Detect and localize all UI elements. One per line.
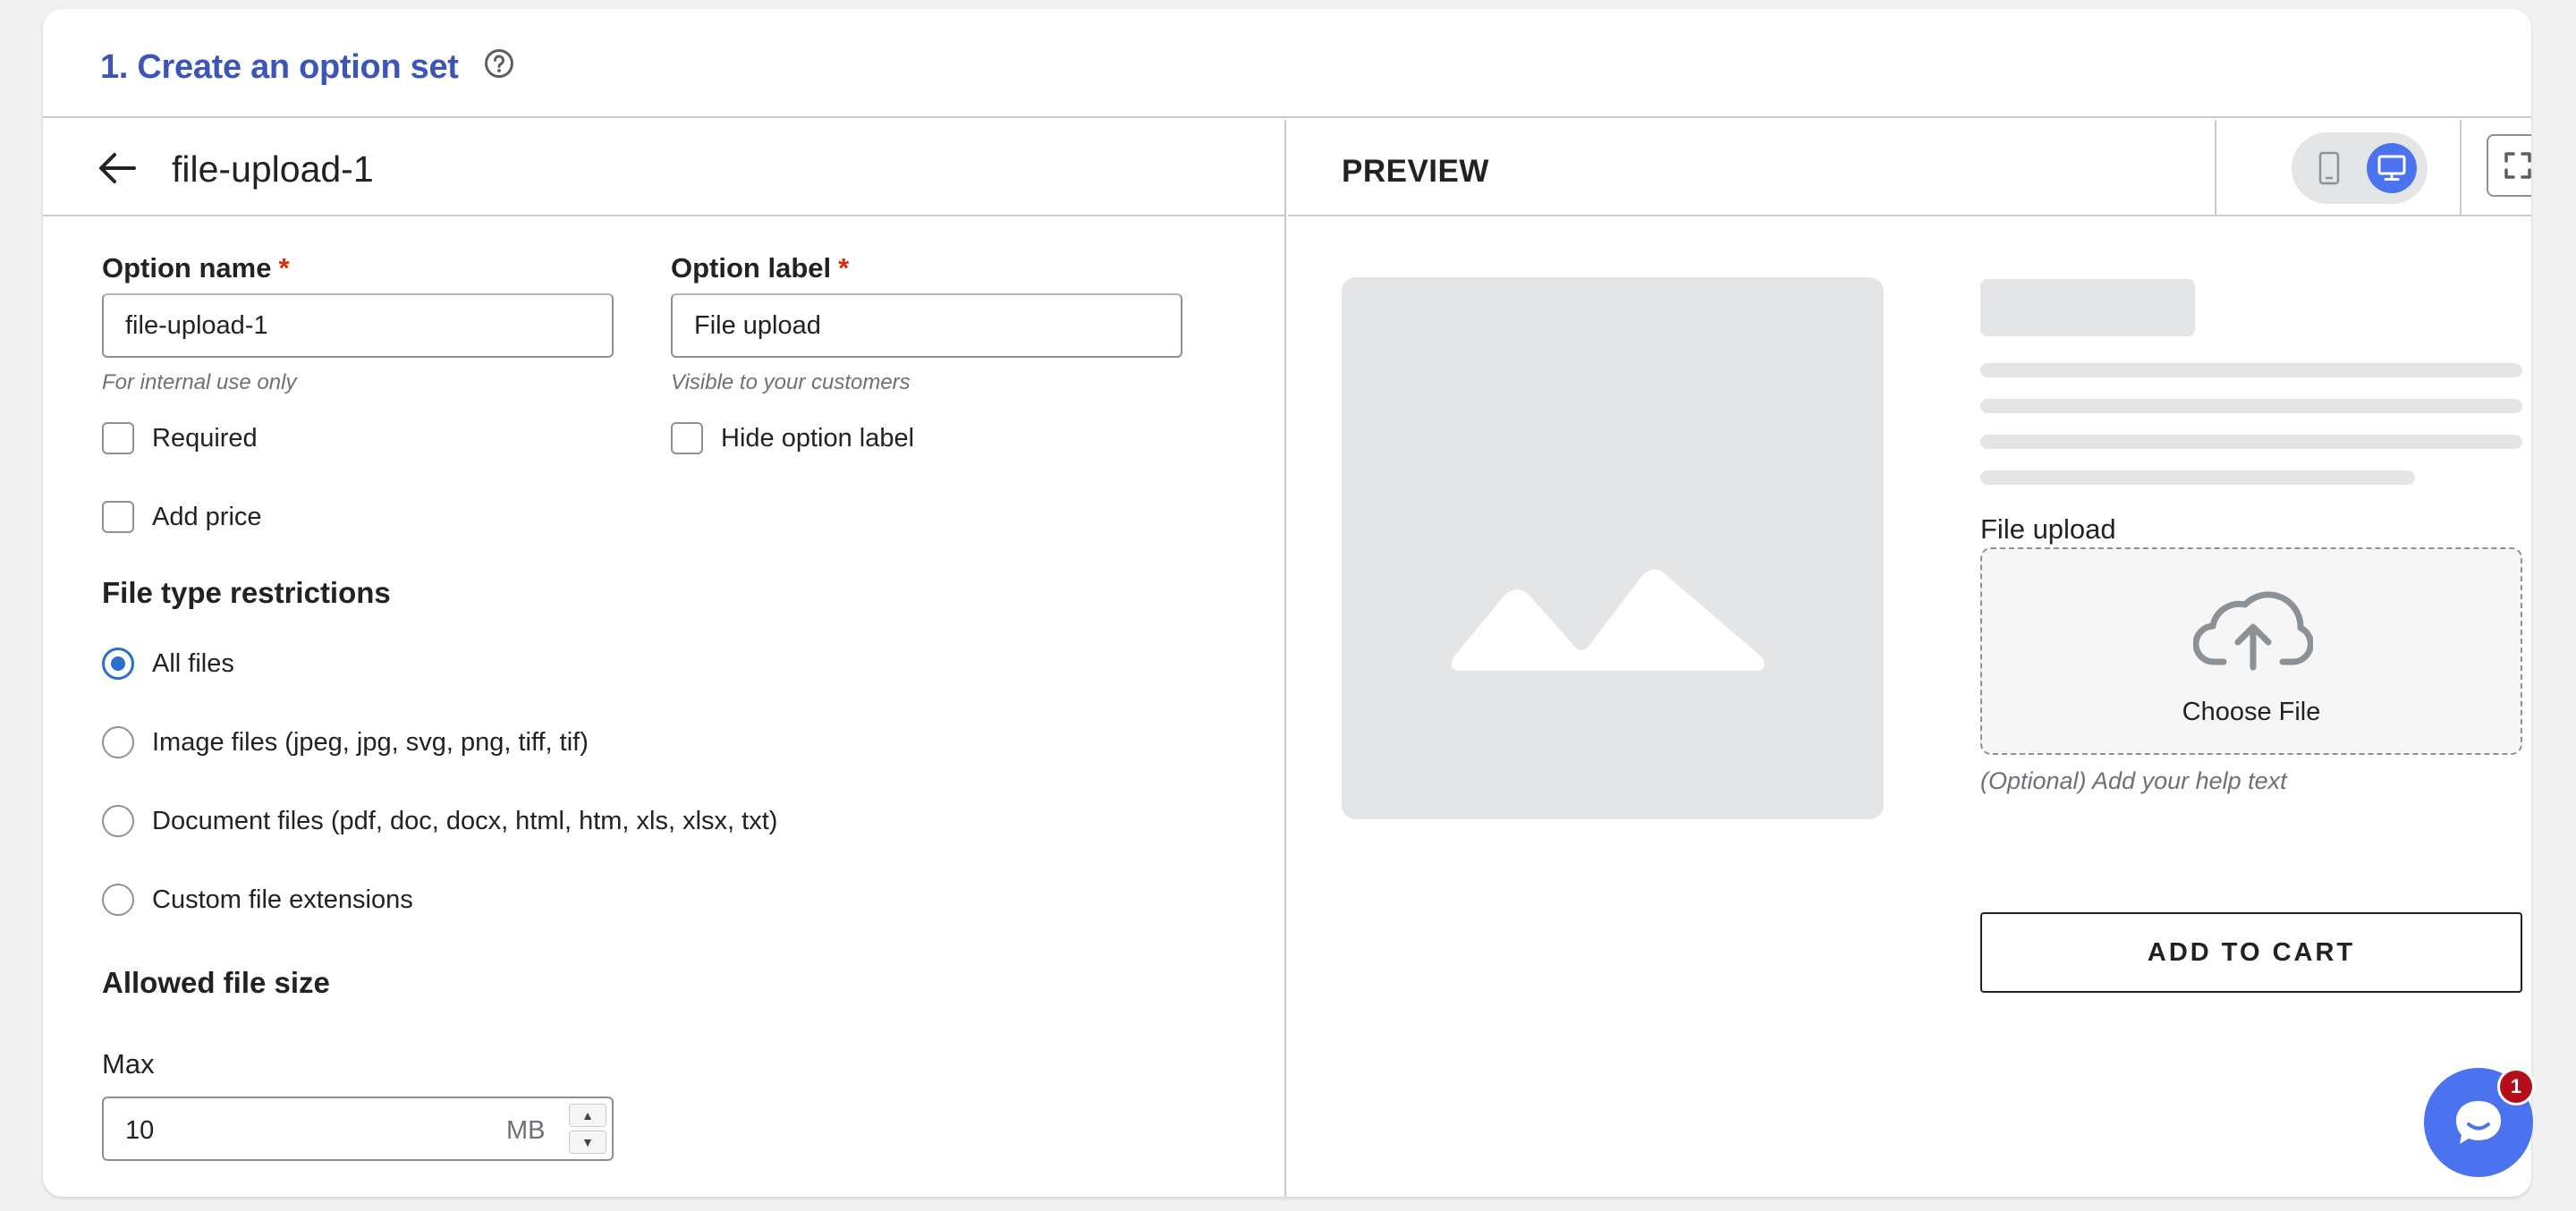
hide-option-label-checkbox-row[interactable]: Hide option label <box>671 422 914 454</box>
option-name-input[interactable] <box>102 293 614 358</box>
radio-all-files[interactable]: All files <box>102 648 234 680</box>
product-image-placeholder <box>1342 277 1884 819</box>
radio-custom-extensions[interactable]: Custom file extensions <box>102 884 413 916</box>
editor-subheader: file-upload-1 <box>43 120 1284 216</box>
skeleton-line <box>1980 399 2522 413</box>
radio-label: Document files (pdf, doc, docx, html, ht… <box>152 806 778 835</box>
option-label-label: Option label * <box>671 252 849 284</box>
number-stepper[interactable]: ▲ ▼ <box>569 1104 606 1154</box>
radio-button[interactable] <box>102 726 134 758</box>
max-file-size-input[interactable]: 10 MB ▲ ▼ <box>102 1097 614 1161</box>
divider <box>2215 120 2216 216</box>
page-title: 1. Create an option set <box>100 48 459 86</box>
mobile-icon <box>2318 151 2340 185</box>
help-icon[interactable] <box>483 47 515 80</box>
file-upload-dropzone[interactable]: Choose File <box>1980 547 2522 755</box>
skeleton-line <box>1980 470 2415 485</box>
option-title: file-upload-1 <box>172 148 374 190</box>
editor-panel: file-upload-1 Option name* For internal … <box>43 120 1286 1197</box>
option-label-hint: Visible to your customers <box>671 370 911 394</box>
radio-button-selected[interactable] <box>102 648 134 680</box>
skeleton-title <box>1980 279 2195 336</box>
hide-option-label-checkbox-label: Hide option label <box>721 423 915 453</box>
required-asterisk: * <box>838 252 850 284</box>
preview-panel: PREVIEW File upload Choose File (Optiona… <box>1288 120 2531 1197</box>
image-placeholder-icon <box>1451 569 1765 671</box>
mobile-view-button[interactable] <box>2304 143 2354 193</box>
stepper-down-icon[interactable]: ▼ <box>569 1131 606 1154</box>
radio-label: All files <box>152 648 234 678</box>
stepper-up-icon[interactable]: ▲ <box>569 1104 606 1127</box>
radio-document-files[interactable]: Document files (pdf, doc, docx, html, ht… <box>102 805 777 837</box>
radio-button[interactable] <box>102 884 134 916</box>
preview-subheader: PREVIEW <box>1288 120 2531 216</box>
option-name-label-text: Option name <box>102 252 272 284</box>
required-checkbox-row[interactable]: Required <box>102 422 258 454</box>
option-set-card: 1. Create an option set file-upload-1 Op… <box>43 9 2531 1197</box>
skeleton-line <box>1980 363 2522 377</box>
fullscreen-button[interactable] <box>2487 134 2531 197</box>
card-header: 1. Create an option set <box>43 9 2531 118</box>
add-price-checkbox-label: Add price <box>152 502 262 531</box>
file-type-restrictions-title: File type restrictions <box>102 576 391 609</box>
skeleton-line <box>1980 435 2522 449</box>
cloud-upload-icon <box>2193 591 2313 671</box>
back-arrow-icon[interactable] <box>97 150 138 186</box>
hide-option-label-checkbox[interactable] <box>671 422 703 454</box>
add-price-checkbox-row[interactable]: Add price <box>102 501 262 533</box>
radio-image-files[interactable]: Image files (jpeg, jpg, svg, png, tiff, … <box>102 726 589 758</box>
max-size-label: Max <box>102 1048 155 1080</box>
notification-badge: 1 <box>2497 1068 2535 1105</box>
option-label-label-text: Option label <box>671 252 832 284</box>
choose-file-button[interactable]: Choose File <box>1982 698 2521 727</box>
upload-help-text: (Optional) Add your help text <box>1980 767 2287 794</box>
preview-title: PREVIEW <box>1342 154 1489 189</box>
radio-label: Custom file extensions <box>152 885 413 914</box>
divider <box>2460 120 2462 216</box>
file-upload-label: File upload <box>1980 513 2116 545</box>
option-name-label: Option name * <box>102 252 290 284</box>
required-checkbox[interactable] <box>102 422 134 454</box>
option-label-input[interactable] <box>671 293 1182 358</box>
add-price-checkbox[interactable] <box>102 501 134 533</box>
required-checkbox-label: Required <box>152 423 258 453</box>
desktop-view-button[interactable] <box>2367 143 2417 193</box>
radio-button[interactable] <box>102 805 134 837</box>
required-asterisk: * <box>278 252 290 284</box>
max-file-size-value[interactable]: 10 <box>125 1116 154 1146</box>
expand-icon <box>2504 152 2531 179</box>
desktop-icon <box>2377 155 2406 181</box>
file-size-unit: MB <box>506 1116 546 1145</box>
device-view-toggle[interactable] <box>2292 132 2428 204</box>
radio-label: Image files (jpeg, jpg, svg, png, tiff, … <box>152 727 589 757</box>
allowed-file-size-title: Allowed file size <box>102 966 330 999</box>
option-name-hint: For internal use only <box>102 370 297 394</box>
add-to-cart-button[interactable]: ADD TO CART <box>1980 912 2522 993</box>
